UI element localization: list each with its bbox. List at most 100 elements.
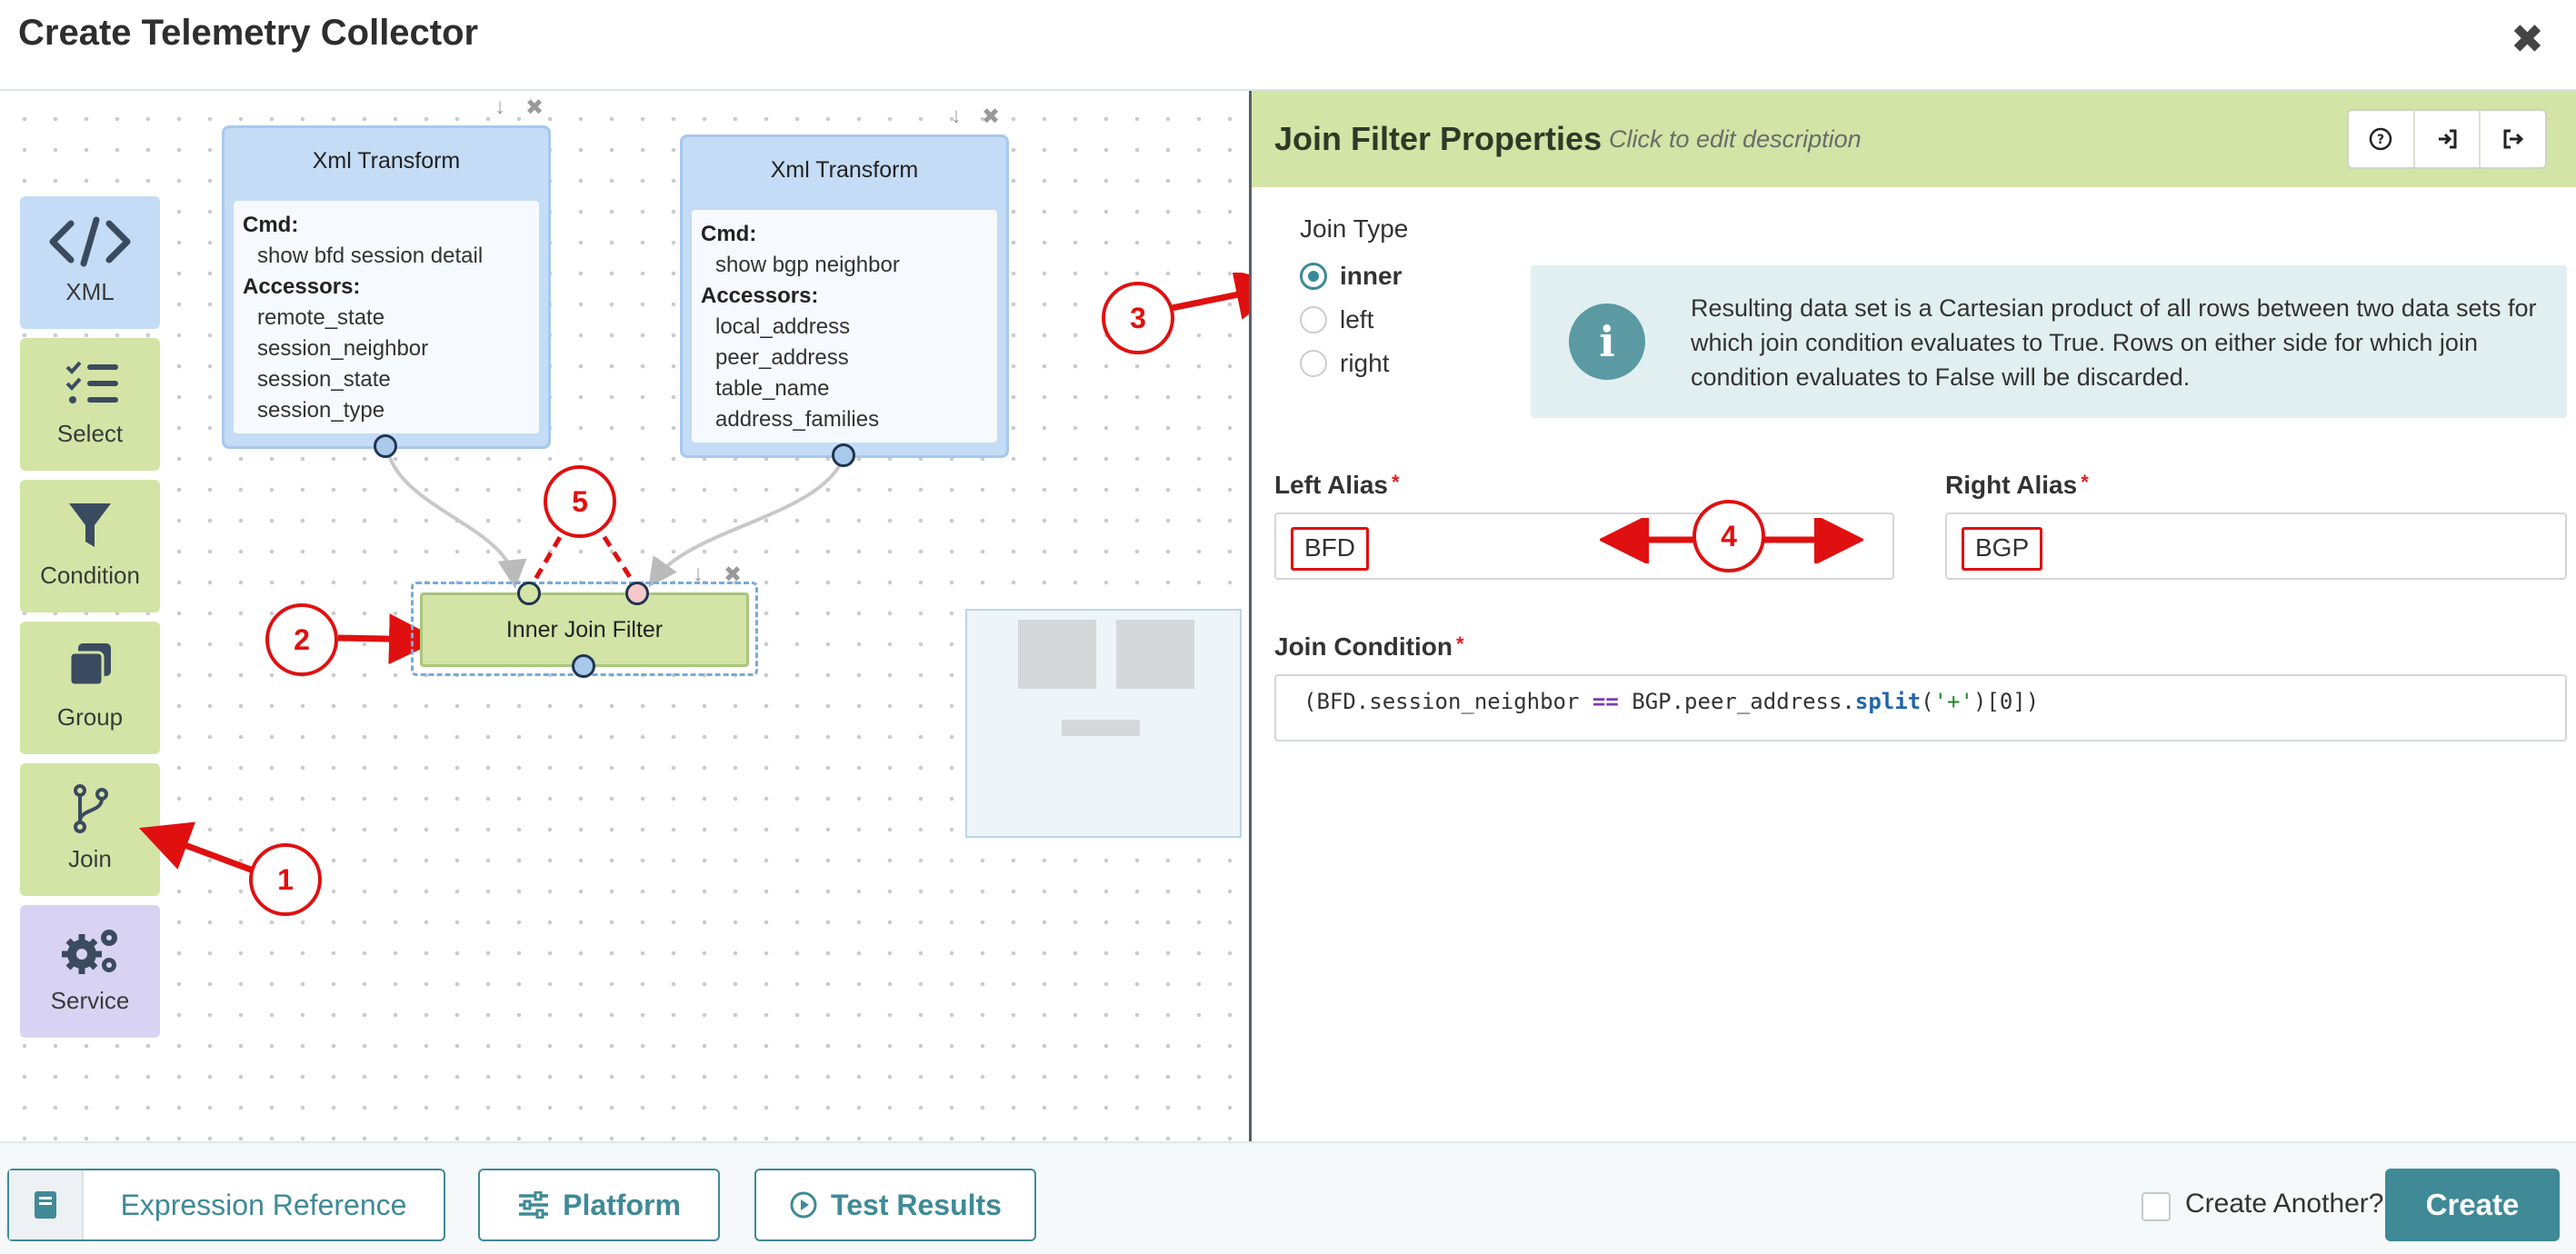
right-input-port[interactable] [625, 582, 649, 605]
node-title: Xml Transform [312, 148, 461, 174]
code-token: )[0]) [1972, 689, 2040, 714]
left-alias-label-text: Left Alias [1274, 471, 1388, 499]
callout-5: 5 [544, 465, 616, 538]
output-port[interactable] [374, 434, 397, 458]
minimap-node [1116, 620, 1194, 689]
join-condition-label-text: Join Condition [1274, 632, 1453, 661]
node-body: Cmd: show bgp neighbor Accessors: local_… [692, 210, 997, 443]
accessor-item: peer_address [715, 345, 849, 370]
callout-4: 4 [1692, 500, 1765, 572]
help-icon: ? [2370, 127, 2392, 151]
move-down-icon[interactable]: ↓ [951, 104, 962, 129]
svg-text:?: ? [2377, 133, 2384, 147]
node-title: Xml Transform [770, 157, 919, 183]
left-alias-value: BFD [1291, 527, 1369, 571]
export-button[interactable] [2481, 111, 2545, 167]
minimap-node [1018, 620, 1096, 689]
cmd-value: show bgp neighbor [715, 253, 900, 277]
sign-out-icon [2503, 129, 2523, 149]
play-circle-icon [790, 1191, 817, 1219]
right-alias-value: BGP [1962, 527, 2043, 571]
callout-1: 1 [249, 843, 322, 916]
accessor-item: local_address [715, 314, 851, 339]
radio-right[interactable]: right [1300, 345, 1389, 382]
book-icon [9, 1170, 84, 1239]
right-alias-label-text: Right Alias [1945, 471, 2078, 499]
info-icon: i [1569, 304, 1645, 380]
help-button[interactable]: ? [2349, 111, 2415, 167]
canvas-overlay [138, 448, 845, 876]
create-button[interactable]: Create [2385, 1169, 2560, 1241]
sliders-icon [519, 1191, 549, 1219]
join-type-label: Join Type [1300, 214, 1409, 243]
radio-button[interactable] [1300, 306, 1327, 333]
accessor-item: session_neighbor [257, 336, 429, 361]
remove-node-icon[interactable]: ✖ [982, 104, 1000, 130]
info-text: Resulting data set is a Cartesian produc… [1691, 294, 2537, 391]
radio-button[interactable] [1300, 350, 1327, 377]
radio-inner[interactable]: inner [1300, 258, 1402, 294]
connector-line [385, 448, 527, 589]
xml-transform-node-bfd[interactable]: Xml Transform Cmd: show bfd session deta… [222, 125, 551, 449]
sign-in-icon [2439, 129, 2457, 149]
accessor-item: table_name [715, 376, 830, 401]
platform-button[interactable]: Platform [478, 1169, 720, 1241]
radio-label: inner [1340, 262, 1403, 290]
node-body: Cmd: show bfd session detail Accessors: … [234, 201, 539, 433]
accessors-label: Accessors: [243, 274, 361, 299]
right-alias-input[interactable]: BGP [1945, 513, 2567, 580]
accessor-item: remote_state [257, 305, 385, 330]
properties-panel [1252, 91, 2576, 1141]
left-input-port[interactable] [517, 582, 541, 605]
right-alias-label: Right Alias * [1945, 471, 2089, 500]
move-down-icon[interactable]: ↓ [494, 95, 505, 120]
remove-node-icon[interactable]: ✖ [724, 562, 742, 588]
test-results-label: Test Results [831, 1188, 1002, 1221]
code-operator: == [1592, 689, 1619, 714]
accessors-label: Accessors: [701, 284, 819, 308]
code-token: (BFD.session_neighbor [1303, 689, 1593, 714]
join-condition-code: (BFD.session_neighbor == BGP.peer_addres… [1303, 689, 2039, 714]
code-token: ( [1921, 689, 1934, 714]
connector-line [648, 457, 845, 588]
cmd-value: show bfd session detail [257, 244, 484, 268]
accessor-item: session_type [257, 398, 385, 423]
expression-reference-label: Expression Reference [120, 1188, 407, 1221]
callout-3: 3 [1102, 282, 1174, 354]
remove-node-icon[interactable]: ✖ [525, 95, 544, 121]
accessor-item: session_state [257, 367, 391, 392]
accessor-item: address_families [715, 407, 880, 432]
edit-description-link[interactable]: Click to edit description [1609, 125, 1862, 154]
cmd-label: Cmd: [243, 213, 299, 237]
code-function: split [1854, 689, 1922, 714]
radio-label: right [1340, 349, 1390, 377]
callout-2: 2 [265, 603, 338, 676]
minimap-node [1062, 720, 1140, 736]
radio-button-selected[interactable] [1300, 263, 1327, 290]
panel-header-buttons: ? [2347, 109, 2547, 169]
code-token: BGP.peer_address. [1618, 689, 1855, 714]
code-string: '+' [1933, 689, 1973, 714]
create-another-label: Create Another? [2185, 1189, 2384, 1219]
platform-label: Platform [563, 1188, 681, 1221]
join-condition-label: Join Condition * [1274, 632, 1464, 662]
minimap[interactable] [965, 609, 1242, 838]
panel-title: Join Filter Properties [1274, 120, 1603, 157]
output-port[interactable] [572, 654, 595, 678]
xml-transform-node-bgp[interactable]: Xml Transform Cmd: show bgp neighbor Acc… [680, 134, 1009, 458]
close-icon[interactable]: ✖ [2511, 16, 2544, 63]
radio-left[interactable]: left [1300, 302, 1373, 338]
radio-label: left [1340, 305, 1374, 333]
required-mark: * [1455, 632, 1464, 655]
output-port[interactable] [832, 443, 855, 467]
import-button[interactable] [2415, 111, 2481, 167]
required-mark: * [1392, 471, 1400, 493]
expression-reference-button[interactable]: Expression Reference [7, 1169, 445, 1241]
required-mark: * [2081, 471, 2089, 493]
test-results-button[interactable]: Test Results [754, 1169, 1036, 1241]
annotation-arrow [138, 821, 260, 876]
left-alias-label: Left Alias * [1274, 471, 1400, 500]
cmd-label: Cmd: [701, 222, 757, 246]
create-another-checkbox[interactable] [2142, 1192, 2171, 1221]
move-down-icon[interactable]: ↓ [693, 562, 704, 587]
